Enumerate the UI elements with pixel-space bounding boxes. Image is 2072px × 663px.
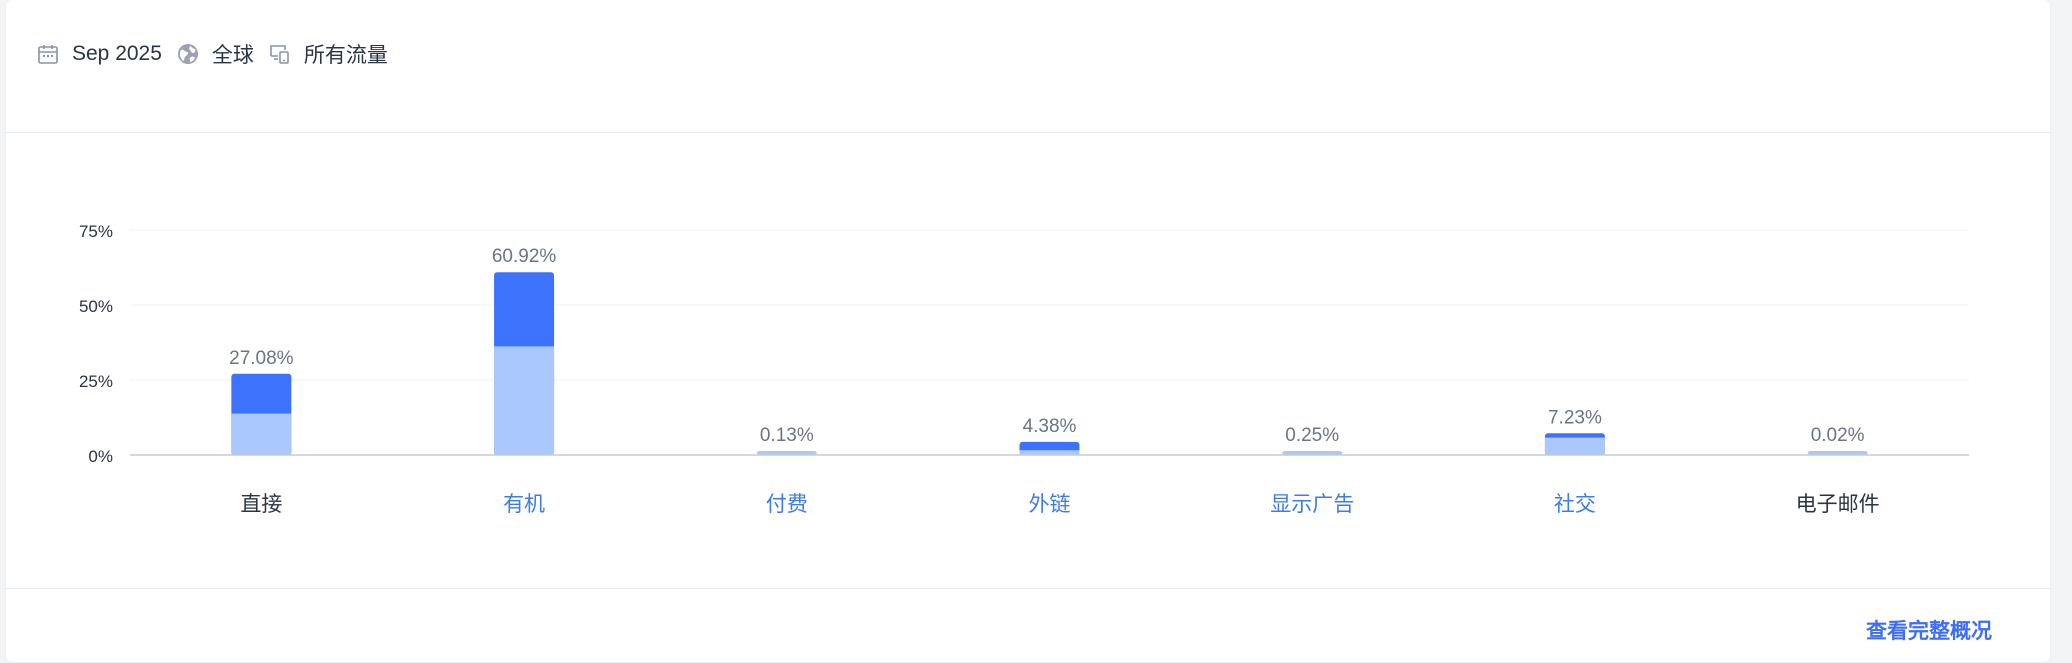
category-label[interactable]: 显示广告 xyxy=(1270,493,1354,516)
category-label: 电子邮件 xyxy=(1796,493,1880,516)
category-label[interactable]: 外链 xyxy=(1029,493,1071,516)
bar-data-label: 0.25% xyxy=(1285,425,1339,446)
bar-data-label: 4.38% xyxy=(1023,416,1077,437)
region-filter-label: 全球 xyxy=(211,44,254,67)
bar-segment-light[interactable] xyxy=(1544,437,1605,455)
date-filter-label: Sep 2025 xyxy=(72,42,162,65)
channel-bar-chart: 0% 25% 50% 75% 27.08% 直接 60.92% 有机 0.13% 付费 4.38% 外… xyxy=(6,133,2050,588)
globe-icon xyxy=(176,42,200,66)
y-tick-label: 75% xyxy=(79,222,113,241)
bar-segment-light[interactable] xyxy=(231,413,292,455)
chart-svg: 0% 25% 50% 75% 27.08% 直接 60.92% 有机 0.13% 付费 4.38% 外… xyxy=(79,222,1969,516)
y-tick-label: 0% xyxy=(88,447,113,466)
bar-segment-light[interactable] xyxy=(494,346,555,455)
date-filter[interactable]: Sep 2025 xyxy=(36,42,162,66)
category-label: 直接 xyxy=(240,493,282,516)
traffic-channels-card: Sep 2025 全球 所有流量 0% 25% 50% 75% 27.08% 直… xyxy=(6,0,2050,662)
bar-data-label: 60.92% xyxy=(492,246,557,267)
category-label[interactable]: 有机 xyxy=(503,493,545,516)
card-header: Sep 2025 全球 所有流量 xyxy=(6,0,2050,133)
traffic-filter[interactable]: 所有流量 xyxy=(268,39,388,69)
y-tick-label: 50% xyxy=(79,297,113,316)
view-full-overview-link[interactable]: 查看完整概况 xyxy=(1866,615,1992,645)
devices-icon xyxy=(268,42,292,66)
bar-data-label: 0.13% xyxy=(760,425,814,446)
bar-data-label: 7.23% xyxy=(1548,407,1602,428)
bar-data-label: 0.02% xyxy=(1811,425,1865,446)
category-label[interactable]: 付费 xyxy=(766,493,808,516)
filter-bar: Sep 2025 全球 所有流量 xyxy=(36,38,402,70)
calendar-icon xyxy=(36,42,60,66)
y-tick-label: 25% xyxy=(79,372,113,391)
category-label[interactable]: 社交 xyxy=(1554,493,1596,516)
traffic-filter-label: 所有流量 xyxy=(303,44,388,67)
card-footer: 查看完整概况 xyxy=(6,588,2050,663)
bar-data-label: 27.08% xyxy=(229,348,294,369)
region-filter[interactable]: 全球 xyxy=(176,39,254,69)
